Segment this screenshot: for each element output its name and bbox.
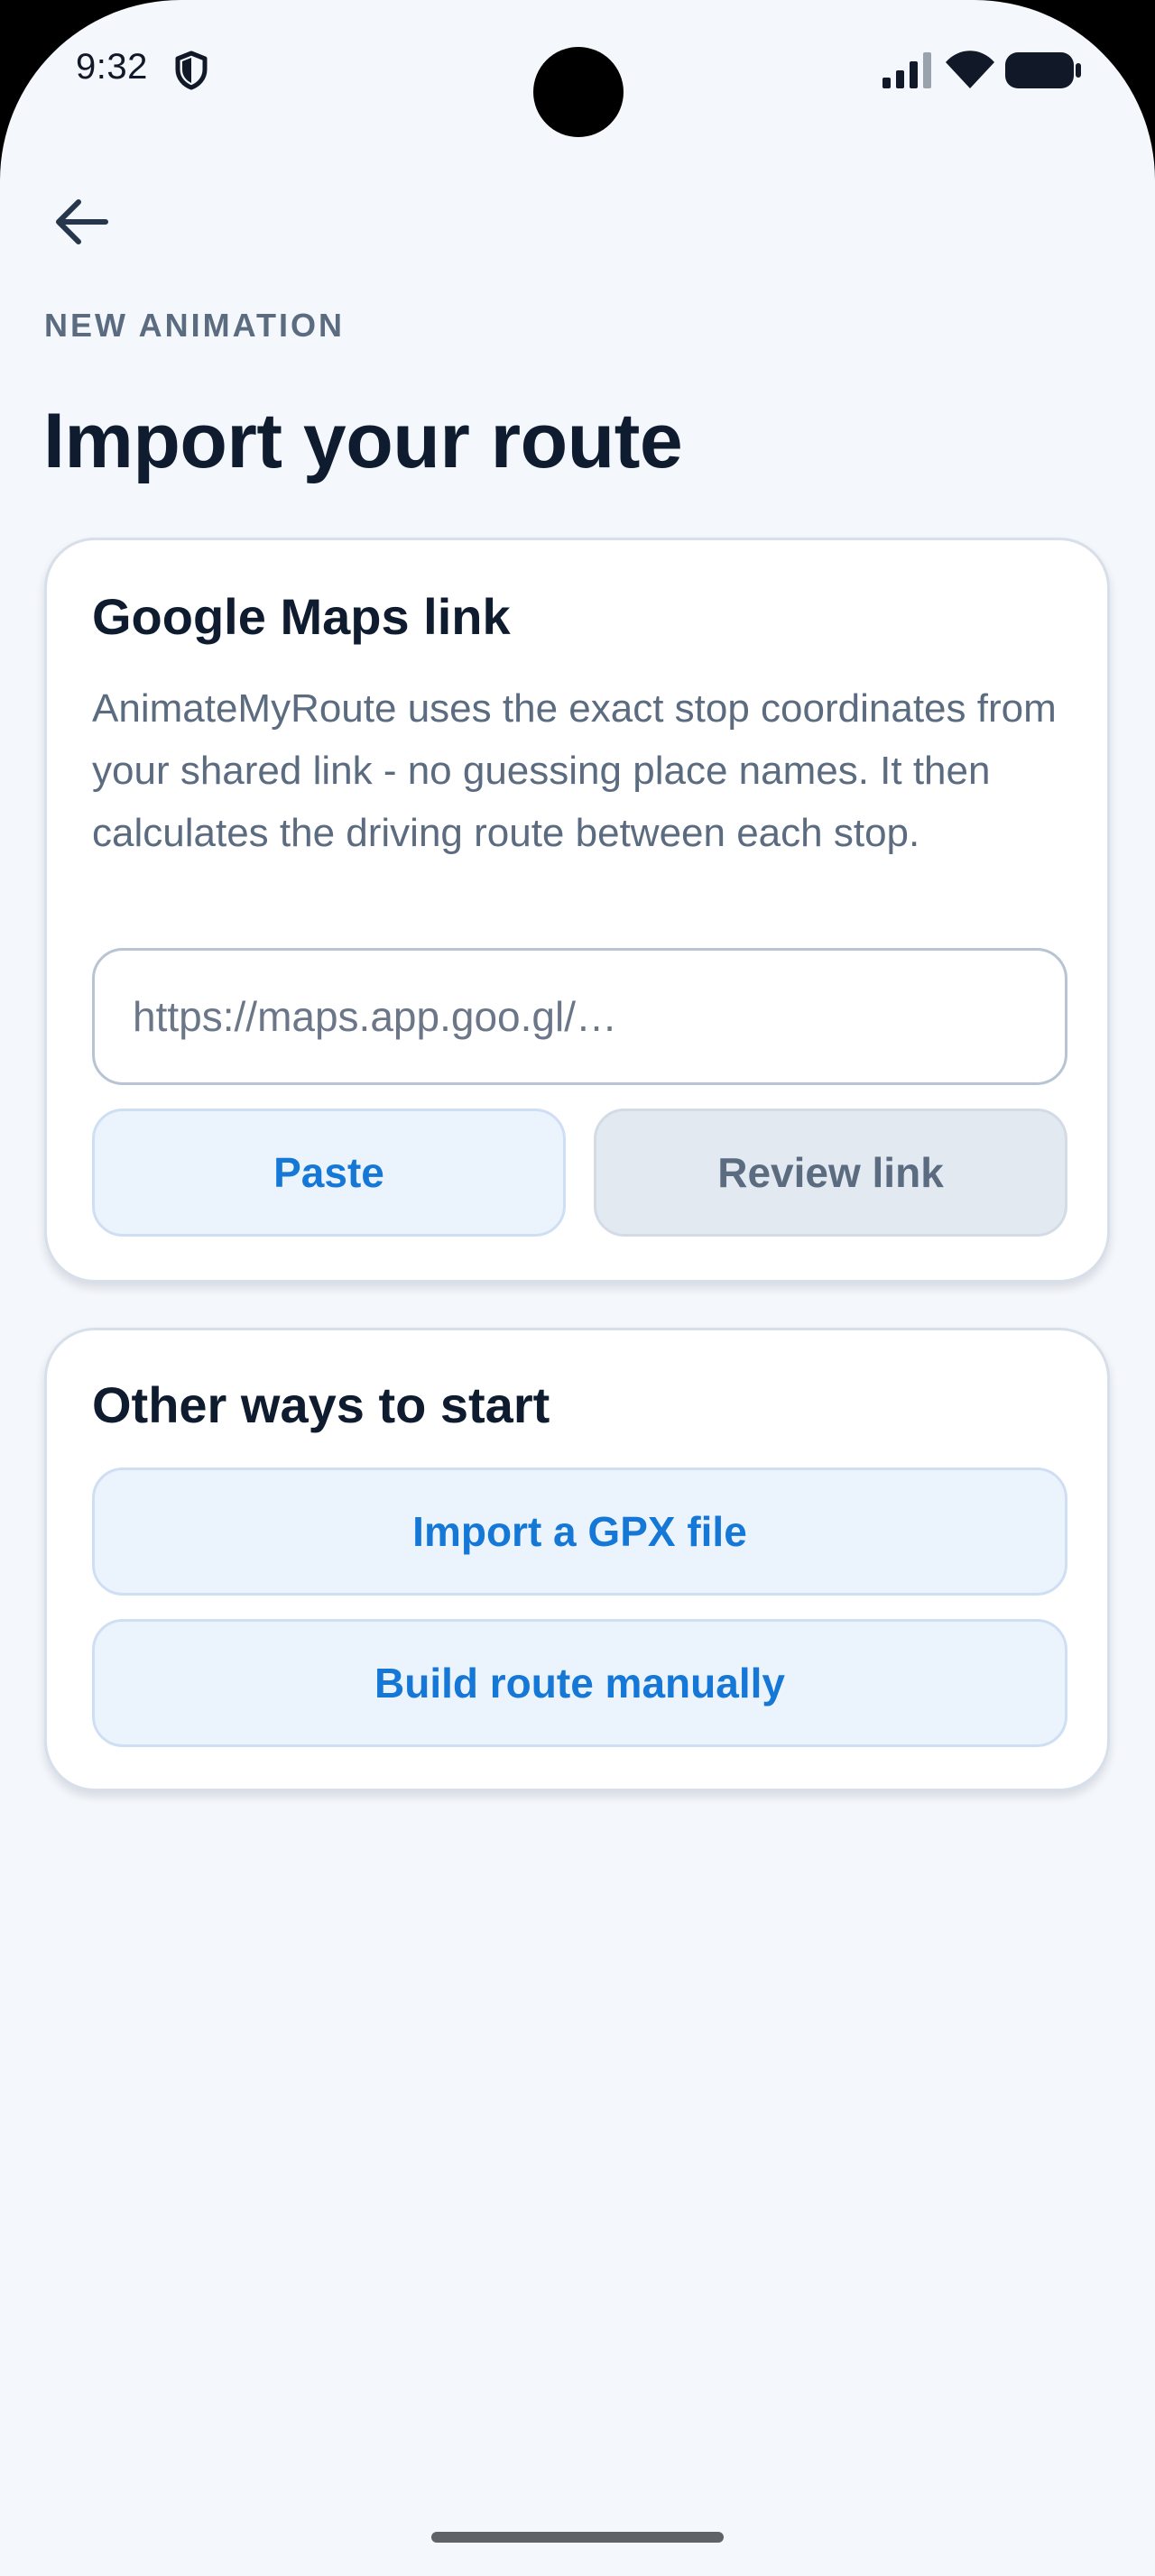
app-screen: 9:32 NEW ANIMATION Import your route Goo… (0, 0, 1155, 2576)
camera-cutout (533, 47, 624, 137)
battery-icon (1005, 52, 1081, 88)
other-ways-card-title: Other ways to start (92, 1376, 550, 1433)
back-button[interactable] (36, 177, 126, 267)
page-title: Import your route (43, 398, 683, 484)
maps-link-input[interactable] (92, 948, 1067, 1085)
paste-button[interactable]: Paste (92, 1109, 566, 1237)
other-ways-card: Other ways to start Import a GPX file Bu… (44, 1328, 1110, 1791)
status-time: 9:32 (76, 47, 148, 87)
status-bar: 9:32 (0, 0, 1155, 144)
google-maps-card: Google Maps link AnimateMyRoute uses the… (44, 538, 1110, 1283)
google-maps-card-title: Google Maps link (92, 588, 511, 645)
google-maps-card-description: AnimateMyRoute uses the exact stop coord… (92, 686, 1057, 855)
signal-icon (882, 52, 931, 88)
arrow-left-icon (56, 199, 108, 244)
eyebrow-label: NEW ANIMATION (44, 307, 345, 344)
import-gpx-button[interactable]: Import a GPX file (92, 1467, 1067, 1596)
home-indicator[interactable] (431, 2532, 724, 2543)
review-link-button[interactable]: Review link (594, 1109, 1067, 1237)
wifi-icon (946, 51, 994, 88)
build-route-manually-button[interactable]: Build route manually (92, 1619, 1067, 1747)
shield-icon (175, 51, 208, 90)
